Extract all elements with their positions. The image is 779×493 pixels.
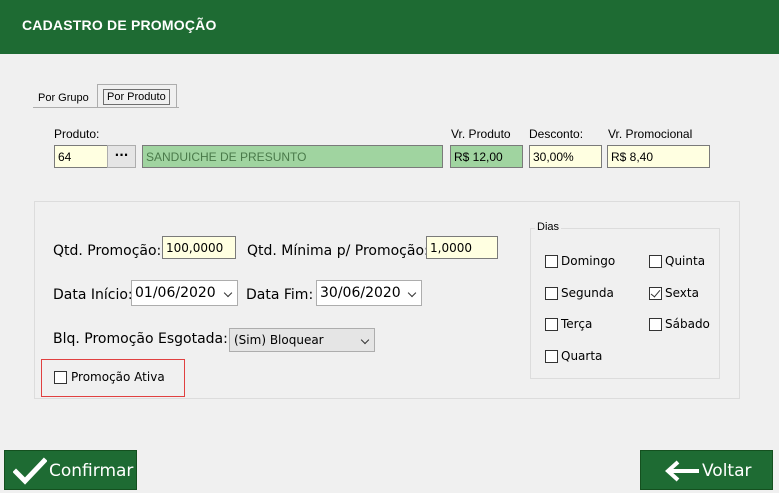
- tab-por-produto-label: Por Produto: [103, 89, 170, 105]
- desconto-label: Desconto:: [529, 127, 584, 141]
- chevron-down-icon[interactable]: [223, 288, 233, 298]
- window-title: CADASTRO DE PROMOÇÃO: [22, 17, 217, 33]
- qtd-promocao-input[interactable]: 100,0000: [162, 236, 236, 259]
- checkbox-domingo[interactable]: [545, 255, 558, 268]
- produto-lookup-button[interactable]: ···: [107, 145, 136, 168]
- tab-divider: [33, 107, 179, 108]
- vr-produto-label: Vr. Produto: [451, 127, 511, 141]
- dias-group: [530, 228, 720, 379]
- label-sabado: Sábado: [665, 317, 710, 331]
- promocao-ativa-label: Promoção Ativa: [71, 370, 165, 384]
- tab-por-grupo[interactable]: Por Grupo: [33, 87, 95, 109]
- desconto-input[interactable]: 30,00%: [529, 145, 602, 168]
- qtd-minima-input[interactable]: 1,0000: [426, 236, 498, 259]
- blq-select-value: (Sim) Bloquear: [234, 333, 324, 347]
- chevron-down-icon[interactable]: [407, 288, 417, 298]
- checkbox-sexta[interactable]: [649, 287, 662, 300]
- promocao-ativa-checkbox[interactable]: [54, 371, 67, 384]
- label-domingo: Domingo: [561, 254, 616, 268]
- data-inicio-label: Data Início:: [53, 287, 133, 303]
- confirmar-button[interactable]: Confirmar: [4, 450, 137, 490]
- voltar-button[interactable]: Voltar: [640, 450, 773, 490]
- produto-code-input[interactable]: 64: [54, 145, 108, 168]
- checkbox-sabado[interactable]: [649, 318, 662, 331]
- label-terca: Terça: [561, 317, 593, 331]
- label-segunda: Segunda: [561, 286, 614, 300]
- blq-select[interactable]: (Sim) Bloquear: [229, 328, 375, 352]
- checkbox-quarta[interactable]: [545, 350, 558, 363]
- blq-label: Blq. Promoção Esgotada:: [53, 331, 228, 347]
- checkbox-terca[interactable]: [545, 318, 558, 331]
- label-sexta: Sexta: [665, 286, 699, 300]
- label-quarta: Quarta: [561, 349, 603, 363]
- vr-produto-field: R$ 12,00: [450, 145, 523, 168]
- confirmar-label: Confirmar: [49, 461, 134, 481]
- voltar-label: Voltar: [702, 461, 752, 481]
- checkmark-icon: [13, 457, 47, 485]
- tab-por-produto[interactable]: Por Produto: [97, 84, 177, 108]
- data-inicio-picker[interactable]: 01/06/2020: [131, 280, 238, 306]
- qtd-minima-label: Qtd. Mínima p/ Promoção:: [247, 243, 429, 259]
- checkbox-segunda[interactable]: [545, 287, 558, 300]
- chevron-down-icon[interactable]: [360, 335, 370, 345]
- tab-por-grupo-label: Por Grupo: [38, 92, 89, 104]
- checkbox-quinta[interactable]: [649, 255, 662, 268]
- vr-promocional-input[interactable]: R$ 8,40: [607, 145, 710, 168]
- data-fim-picker[interactable]: 30/06/2020: [316, 280, 422, 306]
- vr-promocional-label: Vr. Promocional: [608, 127, 693, 141]
- arrow-left-icon: [665, 460, 699, 482]
- produto-label: Produto:: [54, 127, 100, 141]
- label-quinta: Quinta: [665, 254, 706, 268]
- data-fim-label: Data Fim:: [246, 287, 314, 303]
- dias-label: Dias: [535, 221, 562, 233]
- data-inicio-value: 01/06/2020: [135, 285, 216, 301]
- qtd-promocao-label: Qtd. Promoção:: [53, 243, 162, 259]
- data-fim-value: 30/06/2020: [320, 285, 401, 301]
- produto-name-field: SANDUICHE DE PRESUNTO: [142, 145, 443, 168]
